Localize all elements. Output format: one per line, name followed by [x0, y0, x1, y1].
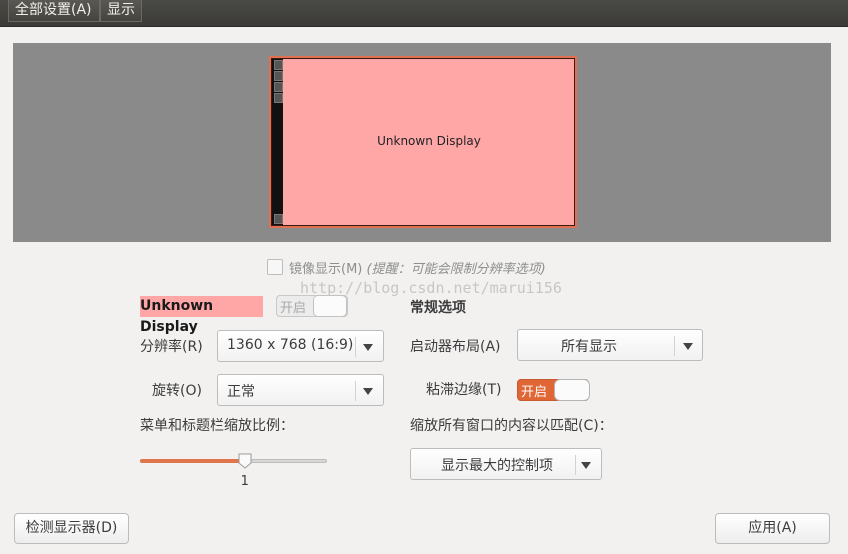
mirror-displays-label: 镜像显示(M): [289, 262, 363, 277]
dropdown-separator: [355, 337, 356, 357]
launcher-tile-icon: [274, 93, 283, 103]
resolution-label: 分辨率(R): [140, 339, 203, 355]
display-enable-switch[interactable]: 开启: [276, 295, 348, 317]
chevron-down-icon: [363, 388, 373, 395]
display-arrangement-canvas[interactable]: Unknown Display: [13, 43, 831, 242]
mirror-hint: (提醒：可能会限制分辨率选项): [366, 262, 546, 277]
fit-window-contents-value: 显示最大的控制项: [441, 458, 553, 474]
resolution-value: 1360 x 768 (16:9): [227, 337, 354, 353]
launcher-tile-icon: [274, 214, 283, 224]
launcher-placement-value: 所有显示: [561, 339, 617, 355]
fit-window-contents-dropdown[interactable]: 显示最大的控制项: [410, 448, 602, 480]
switch-knob: [313, 295, 347, 317]
apply-button[interactable]: 应用(A): [715, 513, 830, 544]
general-options-title: 常规选项: [410, 300, 466, 316]
switch-knob: [554, 379, 590, 401]
detect-displays-button[interactable]: 检测显示器(D): [14, 513, 129, 544]
rotation-value: 正常: [227, 384, 255, 400]
display-enable-switch-label: 开启: [280, 301, 307, 316]
rotation-label: 旋转(O): [152, 383, 202, 399]
dropdown-separator: [355, 381, 356, 401]
mirror-displays-row: 镜像显示(M) (提醒：可能会限制分辨率选项): [267, 259, 546, 277]
monitor-preview-label: Unknown Display: [377, 134, 481, 148]
breadcrumb-current-display[interactable]: 显示: [100, 0, 142, 22]
scale-slider-handle[interactable]: [238, 453, 252, 469]
chevron-down-icon: [581, 462, 591, 469]
dropdown-separator: [674, 336, 675, 356]
scale-slider-fill: [140, 459, 245, 463]
resolution-dropdown[interactable]: 1360 x 768 (16:9): [217, 330, 384, 362]
launcher-tile-icon: [274, 82, 283, 92]
mirror-displays-checkbox[interactable]: [267, 259, 283, 275]
sticky-edges-switch-label: 开启: [521, 385, 548, 400]
sticky-edges-switch[interactable]: 开启: [517, 379, 590, 401]
launcher-tile-icon: [274, 71, 283, 81]
top-bar: 全部设置(A) 显示: [0, 0, 848, 27]
launcher-placement-label: 启动器布局(A): [410, 339, 501, 355]
dropdown-separator: [575, 455, 576, 475]
scale-label: 菜单和标题栏缩放比例：: [140, 418, 294, 434]
all-settings-button[interactable]: 全部设置(A): [8, 0, 100, 22]
launcher-preview-bar: [272, 59, 283, 225]
launcher-placement-dropdown[interactable]: 所有显示: [517, 329, 703, 361]
launcher-tile-icon: [274, 60, 283, 70]
monitor-preview[interactable]: Unknown Display: [269, 56, 577, 228]
display-name: Unknown Display: [140, 296, 263, 335]
chevron-down-icon: [683, 343, 693, 350]
rotation-dropdown[interactable]: 正常: [217, 374, 384, 406]
chevron-down-icon: [363, 344, 373, 351]
scale-value: 1: [240, 474, 249, 489]
sticky-edges-label: 粘滞边缘(T): [426, 382, 502, 398]
fit-window-contents-label: 缩放所有窗口的内容以匹配(C)：: [410, 418, 613, 434]
